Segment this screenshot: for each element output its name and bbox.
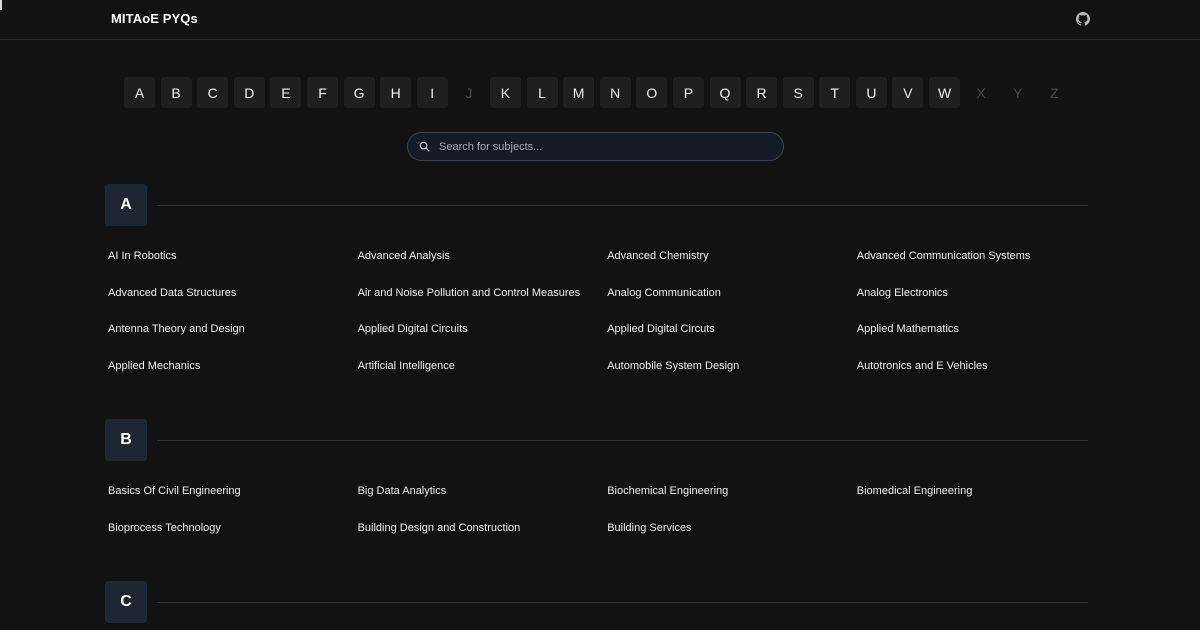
subject-grid-b: Basics Of Civil Engineering Big Data Anal… (108, 484, 1108, 557)
subject-link[interactable]: Autotronics and E Vehicles (857, 359, 1107, 396)
brand-title[interactable]: MITAoE PYQs (111, 11, 198, 26)
subject-link[interactable]: Big Data Analytics (358, 484, 608, 521)
subject-link[interactable]: Air and Noise Pollution and Control Meas… (358, 286, 608, 323)
section-letter-badge: B (105, 419, 147, 461)
letter-filter-f[interactable]: F (306, 77, 338, 108)
section-divider (157, 205, 1088, 206)
subject-link[interactable]: Applied Digital Circuits (358, 322, 608, 359)
letter-filter-s[interactable]: S (782, 77, 814, 108)
search-input[interactable] (437, 139, 761, 154)
letter-filter-v[interactable]: V (892, 77, 924, 108)
letter-filter-u[interactable]: U (855, 77, 887, 108)
search-box[interactable] (407, 132, 784, 161)
section-letter-badge: C (105, 581, 147, 623)
letter-filter-l[interactable]: L (526, 77, 558, 108)
section-divider (157, 602, 1088, 603)
subject-link[interactable]: Building Design and Construction (358, 521, 608, 558)
letter-filter-y: Y (1013, 84, 1023, 101)
letter-filter-j: J (465, 84, 473, 101)
letter-filter-e[interactable]: E (270, 77, 302, 108)
letter-filter-c[interactable]: C (197, 77, 229, 108)
subject-link[interactable]: Advanced Data Structures (108, 286, 358, 323)
top-navbar: MITAoE PYQs (0, 0, 1200, 40)
subject-grid-a: AI In Robotics Advanced Analysis Advanced … (108, 249, 1108, 395)
section-header-a: A (105, 184, 1088, 226)
section-divider (157, 440, 1088, 441)
letter-filter-o[interactable]: O (636, 77, 668, 108)
section-header-c: C (105, 581, 1088, 623)
subject-link[interactable]: Advanced Chemistry (607, 249, 857, 286)
letter-filter-n[interactable]: N (599, 77, 631, 108)
subject-link[interactable]: Analog Electronics (857, 286, 1107, 323)
subject-link[interactable]: Applied Mechanics (108, 359, 358, 396)
letter-filter-h[interactable]: H (380, 77, 412, 108)
letter-filter-r[interactable]: R (746, 77, 778, 108)
subject-link[interactable]: Basics Of Civil Engineering (108, 484, 358, 521)
letter-filter-z: Z (1050, 84, 1059, 101)
subject-link[interactable]: Bioprocess Technology (108, 521, 358, 558)
letter-filter-g[interactable]: G (343, 77, 375, 108)
subject-link[interactable]: Advanced Communication Systems (857, 249, 1107, 286)
section-header-b: B (105, 419, 1088, 461)
github-icon[interactable] (1076, 12, 1090, 26)
letter-filter-q[interactable]: Q (709, 77, 741, 108)
subject-link[interactable]: Applied Digital Circuts (607, 322, 857, 359)
subject-link[interactable]: Analog Communication (607, 286, 857, 323)
letter-filter-w[interactable]: W (929, 77, 961, 108)
letter-filter-t[interactable]: T (819, 77, 851, 108)
letter-filter-m[interactable]: M (563, 77, 595, 108)
search-icon (419, 141, 430, 152)
letter-filter-d[interactable]: D (233, 77, 265, 108)
section-letter-badge: A (105, 184, 147, 226)
subject-link[interactable]: Advanced Analysis (358, 249, 608, 286)
letter-filter-k[interactable]: K (489, 77, 521, 108)
subject-link[interactable]: Building Services (607, 521, 857, 558)
letter-filter-p[interactable]: P (672, 77, 704, 108)
letter-filter-a[interactable]: A (124, 77, 155, 108)
letter-filter-b[interactable]: B (160, 77, 192, 108)
letter-filter-i[interactable]: I (416, 77, 448, 108)
subject-link[interactable]: Artificial Intelligence (358, 359, 608, 396)
letter-filter-x: X (976, 84, 986, 101)
subject-link[interactable]: AI In Robotics (108, 249, 358, 286)
subject-link[interactable]: Biochemical Engineering (607, 484, 857, 521)
subject-link[interactable]: Applied Mathematics (857, 322, 1107, 359)
subject-link[interactable]: Antenna Theory and Design (108, 322, 358, 359)
alphabet-filter: ABCDEFGHIJKLMNOPQRSTUVWX Y Z (124, 77, 1070, 108)
subject-link[interactable]: Biomedical Engineering (857, 484, 1107, 521)
subject-link[interactable]: Automobile System Design (607, 359, 857, 396)
